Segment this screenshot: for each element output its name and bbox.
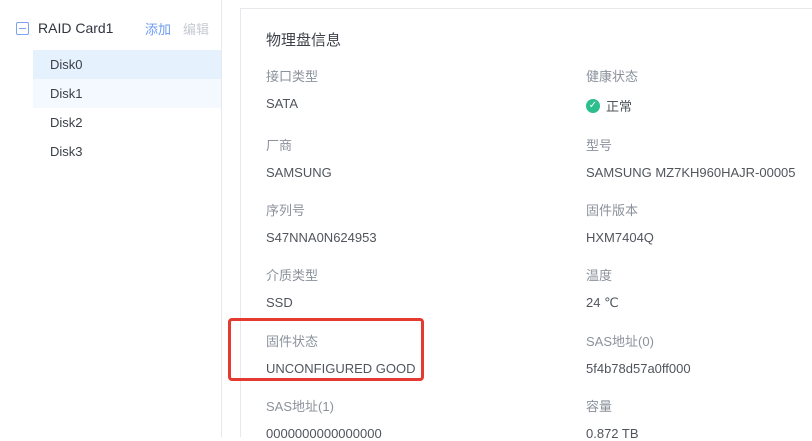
field-label: 固件版本 [586, 200, 812, 219]
field-value: 24 ℃ [586, 295, 812, 311]
collapse-minus-icon[interactable] [16, 22, 29, 35]
field-label: 固件状态 [266, 331, 586, 350]
field-sas-address-1: SAS地址(1) 0000000000000000 [266, 396, 586, 441]
field-value: ✓ 正常 [586, 96, 812, 115]
field-value: SAMSUNG [266, 165, 586, 180]
field-value: 0.872 TB [586, 426, 812, 441]
physical-disk-panel: 物理盘信息 接口类型 SATA 健康状态 ✓ 正常 厂商 SAMSUNG 型号 … [240, 8, 812, 437]
disk-info-grid: 接口类型 SATA 健康状态 ✓ 正常 厂商 SAMSUNG 型号 SAMSUN… [266, 66, 812, 441]
field-temperature: 温度 24 ℃ [586, 265, 812, 311]
field-value: 0000000000000000 [266, 426, 586, 441]
raid-card-label: RAID Card1 [38, 20, 145, 36]
field-value: UNCONFIGURED GOOD [266, 361, 586, 376]
field-label: 厂商 [266, 135, 586, 154]
sidebar-item-disk1[interactable]: Disk1 [33, 79, 221, 108]
field-label: 健康状态 [586, 66, 812, 85]
field-label: 容量 [586, 396, 812, 415]
field-model: 型号 SAMSUNG MZ7KH960HAJR-00005 [586, 135, 812, 180]
health-status-text: 正常 [606, 96, 632, 115]
field-value: SSD [266, 295, 586, 310]
field-label: 接口类型 [266, 66, 586, 85]
field-label: SAS地址(0) [586, 331, 812, 350]
sidebar-item-disk2[interactable]: Disk2 [33, 108, 221, 137]
field-value: SAMSUNG MZ7KH960HAJR-00005 [586, 165, 812, 180]
field-label: 介质类型 [266, 265, 586, 284]
field-label: 温度 [586, 265, 812, 284]
field-firmware-version: 固件版本 HXM7404Q [586, 200, 812, 245]
field-capacity: 容量 0.872 TB [586, 396, 812, 441]
disk-list: Disk0 Disk1 Disk2 Disk3 [0, 50, 221, 166]
field-label: 序列号 [266, 200, 586, 219]
field-value: SATA [266, 96, 586, 111]
raid-card-node[interactable]: RAID Card1 添加 编辑 [0, 8, 221, 48]
field-label: 型号 [586, 135, 812, 154]
page-title: 物理盘信息 [266, 29, 812, 50]
raid-tree-sidebar: RAID Card1 添加 编辑 Disk0 Disk1 Disk2 Disk3 [0, 0, 222, 437]
edit-link[interactable]: 编辑 [183, 19, 209, 38]
sidebar-item-disk3[interactable]: Disk3 [33, 137, 221, 166]
field-vendor: 厂商 SAMSUNG [266, 135, 586, 180]
field-serial-number: 序列号 S47NNA0N624953 [266, 200, 586, 245]
field-firmware-state: 固件状态 UNCONFIGURED GOOD [266, 331, 586, 376]
field-label: SAS地址(1) [266, 396, 586, 415]
field-interface-type: 接口类型 SATA [266, 66, 586, 115]
field-value: S47NNA0N624953 [266, 230, 586, 245]
field-value: HXM7404Q [586, 230, 812, 245]
field-value: 5f4b78d57a0ff000 [586, 361, 812, 376]
field-health-status: 健康状态 ✓ 正常 [586, 66, 812, 115]
field-media-type: 介质类型 SSD [266, 265, 586, 311]
field-sas-address-0: SAS地址(0) 5f4b78d57a0ff000 [586, 331, 812, 376]
sidebar-item-disk0[interactable]: Disk0 [33, 50, 221, 79]
add-link[interactable]: 添加 [145, 19, 171, 38]
check-circle-icon: ✓ [586, 99, 600, 113]
